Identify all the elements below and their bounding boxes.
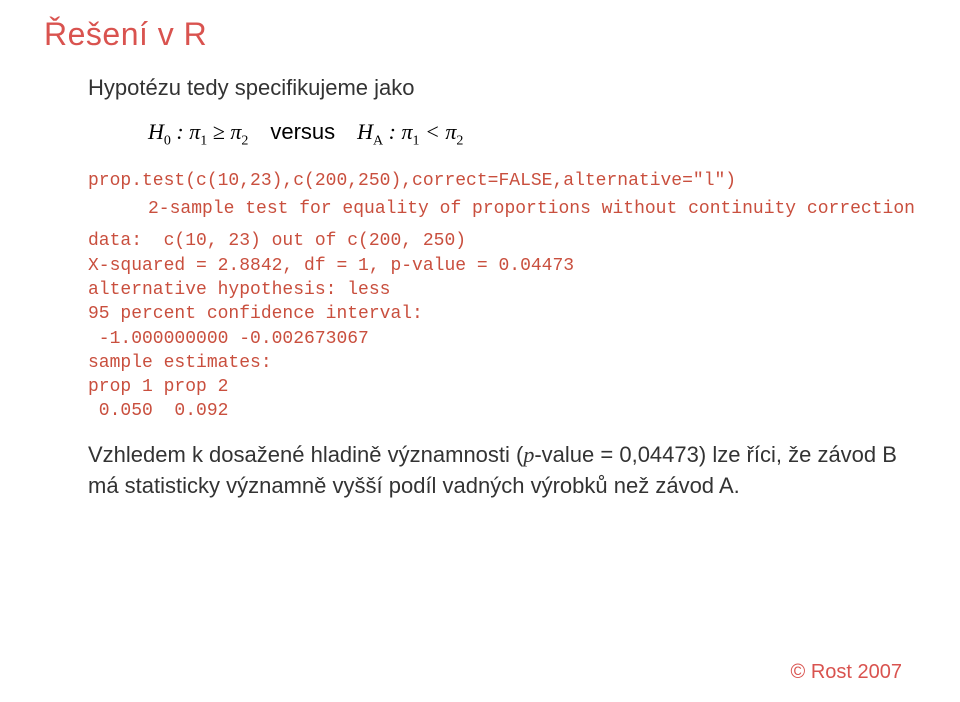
code-call: prop.test(c(10,23),c(200,250),correct=FA… bbox=[88, 171, 900, 191]
colon-2: : bbox=[383, 119, 401, 144]
code-output: data: c(10, 23) out of c(200, 250) X-squ… bbox=[88, 229, 900, 423]
h0-sub: 0 bbox=[164, 133, 171, 148]
ge-symbol: ≥ bbox=[207, 119, 230, 144]
code-header: 2-sample test for equality of proportion… bbox=[148, 199, 900, 219]
pi-3: π bbox=[402, 119, 413, 144]
colon-1: : bbox=[171, 119, 189, 144]
pi2-sub: 2 bbox=[241, 133, 248, 148]
lt-symbol: < bbox=[420, 119, 446, 144]
pi-2: π bbox=[230, 119, 241, 144]
pi-4: π bbox=[445, 119, 456, 144]
ha-sub: A bbox=[373, 133, 383, 148]
footer-copyright: © Rost 2007 bbox=[791, 661, 902, 684]
pi3-sub: 1 bbox=[413, 133, 420, 148]
hypothesis-formula: H0 : π1 ≥ π2 versus HA : π1 < π2 bbox=[148, 119, 900, 149]
p-variable: p bbox=[523, 442, 534, 467]
h0-symbol: H bbox=[148, 119, 164, 144]
ha-symbol: H bbox=[357, 119, 373, 144]
pi-1: π bbox=[189, 119, 200, 144]
versus-word: versus bbox=[270, 119, 335, 144]
page-title: Řešení v R bbox=[44, 16, 900, 53]
pi4-sub: 2 bbox=[456, 133, 463, 148]
intro-text: Hypotézu tedy specifikujeme jako bbox=[88, 75, 900, 101]
conclusion-text: Vzhledem k dosažené hladině významnosti … bbox=[88, 440, 900, 502]
conclusion-part1: Vzhledem k dosažené hladině významnosti … bbox=[88, 442, 523, 467]
